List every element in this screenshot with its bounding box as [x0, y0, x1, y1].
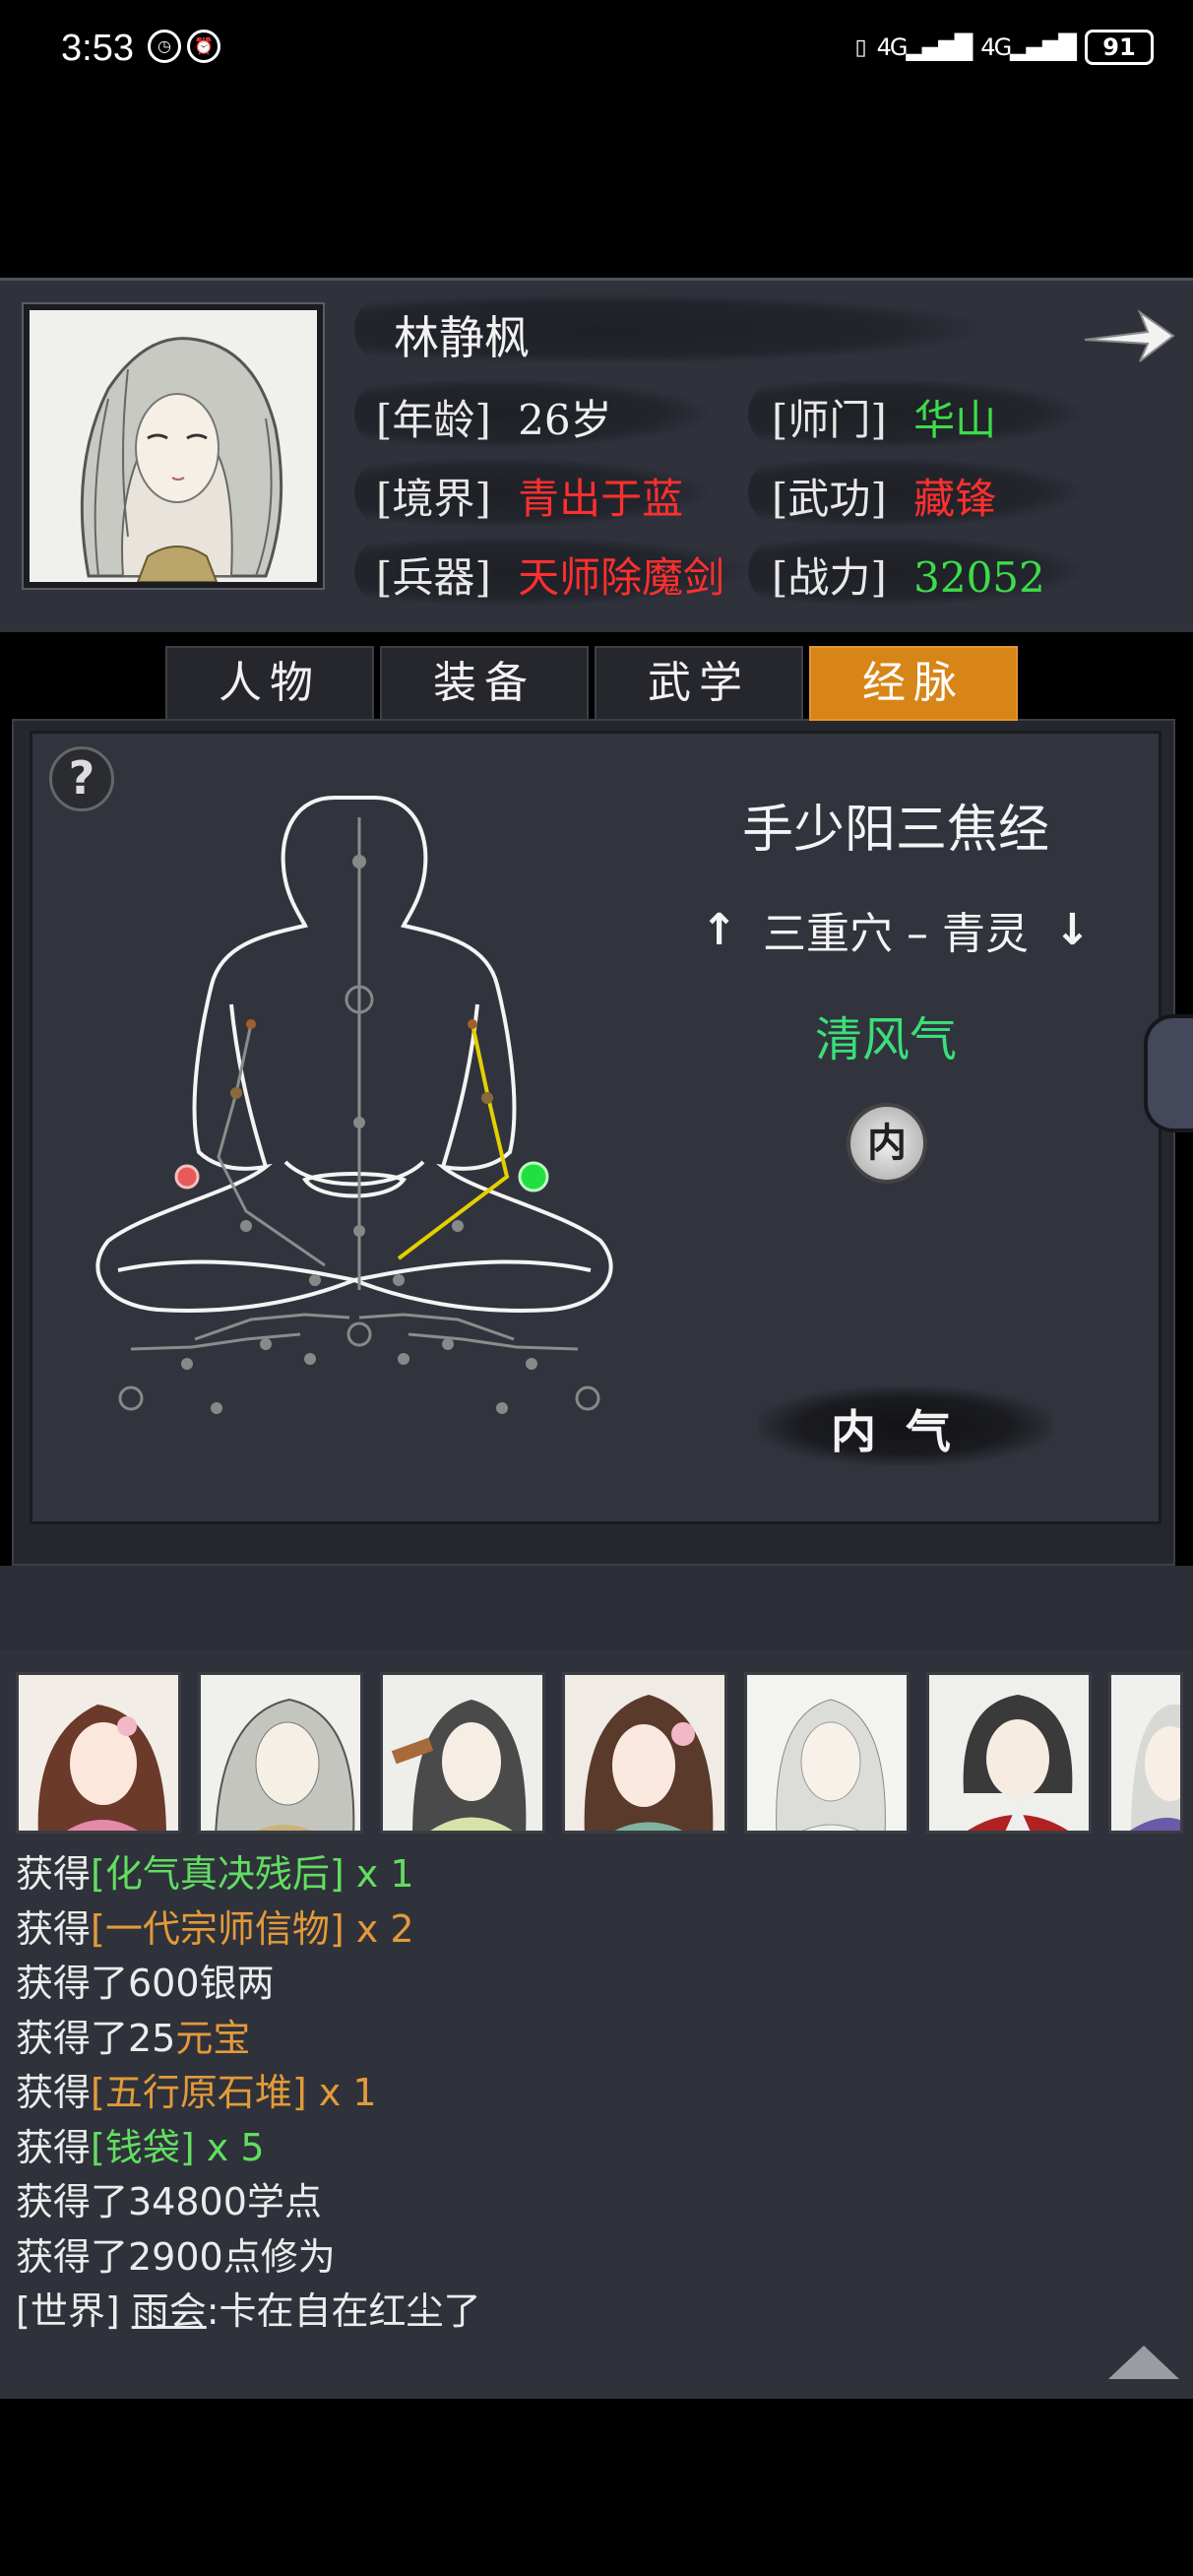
martial-label: [武功]	[772, 475, 887, 523]
tab-martial-arts[interactable]: 武学	[595, 646, 803, 721]
chat-log-segment: :卡在自在红尘了	[206, 2289, 481, 2333]
weapon-label: [兵器]	[376, 553, 491, 602]
martial-row: [武功] 藏锋	[772, 466, 996, 526]
inner-qi-button[interactable]: 内气	[758, 1396, 1053, 1461]
up-arrow-icon[interactable]: ↑	[701, 905, 737, 955]
age-row: [年龄] 26岁	[376, 387, 612, 447]
character-portrait[interactable]	[24, 304, 323, 588]
status-indicators: ▯ 4G▂▄▆█ 4G▂▄▆█ 91	[854, 30, 1154, 65]
battery-icon: 91	[1085, 30, 1154, 65]
chat-log-segment: [世界]	[16, 2289, 132, 2333]
acupoint-red[interactable]	[174, 1164, 200, 1190]
tab-meridians[interactable]: 经脉	[809, 646, 1018, 721]
chat-log-line: [世界] 雨会:卡在自在红尘了	[16, 2285, 1148, 2340]
chat-log-segment: [五行原石堆]	[91, 2071, 307, 2114]
chat-log-line: 获得了25元宝	[16, 2012, 1148, 2067]
chat-log-segment: x 1	[344, 1852, 414, 1896]
chat-log-segment: 获得了34800学点	[16, 2180, 322, 2223]
sect-value: 华山	[913, 396, 997, 444]
inner-badge-icon[interactable]: 内	[847, 1103, 927, 1184]
chat-log-segment: 元宝	[175, 2016, 251, 2060]
vibrate-icon: ▯	[854, 34, 867, 60]
party-avatar-row	[16, 1672, 1183, 1834]
chat-log-segment: 获得了600银两	[16, 1962, 275, 2005]
chat-log-segment: 获得	[16, 2125, 92, 2169]
tab-character[interactable]: 人物	[165, 646, 374, 721]
age-value: 26岁	[518, 396, 612, 444]
tab-equipment[interactable]: 装备	[380, 646, 589, 721]
party-avatar[interactable]	[16, 1672, 181, 1834]
chat-log-segment: x 5	[194, 2125, 265, 2169]
power-label: [战力]	[772, 553, 887, 602]
weapon-value: 天师除魔剑	[518, 553, 725, 602]
character-name: 林静枫	[394, 311, 530, 364]
chat-log-segment: x 1	[306, 2071, 377, 2114]
scroll-up-icon[interactable]	[1108, 2346, 1179, 2379]
tab-bar: 人物 装备 武学 经脉	[165, 646, 1018, 721]
acupoint-selector: ↑ 三重穴 – 青灵 ↓	[679, 898, 1112, 961]
age-label: [年龄]	[376, 396, 491, 444]
chat-log-line: 获得了34800学点	[16, 2175, 1148, 2230]
acupoint-selected[interactable]	[518, 1161, 549, 1192]
chat-log-segment: [化气真决残后]	[91, 1852, 345, 1896]
chat-log-line: 获得[化气真决残后] x 1	[16, 1847, 1148, 1902]
qi-type: 清风气	[814, 1012, 957, 1067]
realm-row: [境界] 青出于蓝	[376, 466, 683, 526]
chat-log-segment: 获得了2900点修为	[16, 2234, 336, 2279]
realm-value: 青出于蓝	[518, 475, 684, 523]
chat-log[interactable]: 获得[化气真决残后] x 1 获得[一代宗师信物] x 2 获得了600银两 获得了2…	[16, 1847, 1148, 2340]
status-time: 3:53	[61, 28, 134, 69]
realm-label: [境界]	[376, 475, 491, 523]
chat-log-segment: 获得	[16, 1906, 92, 1951]
down-arrow-icon[interactable]: ↓	[1054, 905, 1091, 955]
profile-header: 林静枫 [年龄] 26岁 [师门] 华山 [境界] 青出于蓝 [武功] 藏锋 […	[0, 278, 1193, 632]
status-bar: 3:53 ◷ ⏰ ▯ 4G▂▄▆█ 4G▂▄▆█ 91	[0, 0, 1193, 98]
acupoint-name: 三重穴 – 青灵	[763, 909, 1029, 959]
signal-2-icon: 4G▂▄▆█	[980, 33, 1077, 61]
chat-log-segment: 获得了25	[16, 2016, 176, 2060]
party-avatar[interactable]	[562, 1672, 727, 1834]
power-row: [战力] 32052	[772, 545, 1045, 605]
signal-1-icon: 4G▂▄▆█	[876, 33, 973, 61]
martial-value: 藏锋	[913, 475, 997, 523]
meridian-body-diagram[interactable]	[89, 778, 640, 1467]
party-avatar[interactable]	[198, 1672, 363, 1834]
party-avatar[interactable]	[744, 1672, 910, 1834]
next-arrow-icon[interactable]	[1079, 302, 1177, 371]
meridian-lines	[130, 817, 579, 1351]
meridian-name: 手少阳三焦经	[741, 801, 1049, 860]
notification-icon: ◷	[148, 30, 181, 63]
chat-log-line: 获得了2900点修为	[16, 2230, 1148, 2286]
alarm-icon: ⏰	[187, 30, 220, 63]
sect-label: [师门]	[772, 396, 887, 444]
party-avatar[interactable]	[1108, 1672, 1183, 1834]
chat-log-line: 获得[一代宗师信物] x 2	[16, 1902, 1148, 1958]
power-value: 32052	[913, 553, 1045, 602]
chat-log-segment: 获得	[16, 2071, 92, 2114]
chat-log-line: 获得[钱袋] x 5	[16, 2121, 1148, 2176]
chat-log-segment[interactable]: 雨会	[132, 2289, 207, 2333]
sect-row: [师门] 华山	[772, 387, 996, 447]
chat-log-line: 获得[五行原石堆] x 1	[16, 2066, 1148, 2121]
weapon-row: [兵器] 天师除魔剑	[376, 545, 724, 605]
chat-log-line: 获得了600银两	[16, 1957, 1148, 2012]
chat-log-segment: [钱袋]	[91, 2125, 195, 2169]
side-drawer-handle[interactable]	[1144, 1014, 1193, 1132]
chat-log-segment: x 2	[344, 1906, 414, 1951]
spacer	[0, 1566, 1193, 1650]
chat-log-segment: 获得	[16, 1852, 92, 1896]
party-avatar[interactable]	[380, 1672, 545, 1834]
chat-log-segment: [一代宗师信物]	[91, 1906, 345, 1951]
party-avatar[interactable]	[926, 1672, 1092, 1834]
